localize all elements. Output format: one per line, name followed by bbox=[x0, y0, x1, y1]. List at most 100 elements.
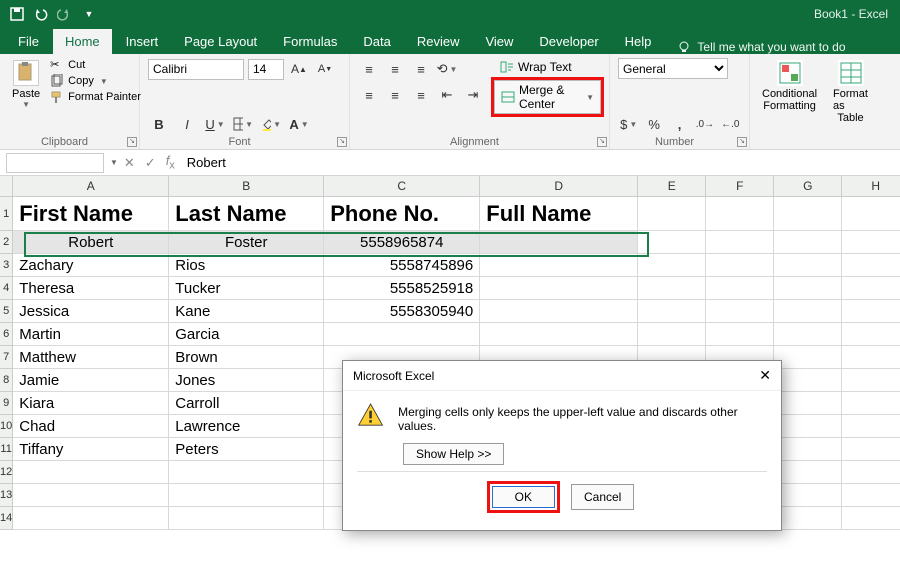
tab-home[interactable]: Home bbox=[53, 29, 112, 54]
cell[interactable] bbox=[774, 438, 842, 461]
cell[interactable]: Phone No. bbox=[324, 197, 480, 231]
tab-view[interactable]: View bbox=[473, 29, 525, 54]
cut-button[interactable]: ✂Cut bbox=[50, 58, 141, 72]
tell-me[interactable]: Tell me what you want to do bbox=[677, 40, 845, 54]
cell[interactable] bbox=[774, 323, 842, 346]
cell[interactable] bbox=[774, 254, 842, 277]
cell[interactable]: Brown bbox=[169, 346, 324, 369]
cell[interactable] bbox=[774, 346, 842, 369]
row-header[interactable]: 3 bbox=[0, 254, 13, 277]
cell[interactable] bbox=[638, 197, 706, 231]
column-header[interactable]: C bbox=[324, 176, 480, 197]
cell[interactable]: Zachary bbox=[13, 254, 169, 277]
bold-button[interactable]: B bbox=[148, 113, 170, 135]
cell[interactable]: Garcia bbox=[169, 323, 324, 346]
row-header[interactable]: 8 bbox=[0, 369, 13, 392]
align-center-icon[interactable]: ≡ bbox=[384, 84, 406, 106]
row-header[interactable]: 10 bbox=[0, 415, 13, 438]
cell[interactable] bbox=[774, 369, 842, 392]
cell[interactable] bbox=[842, 438, 900, 461]
cell[interactable] bbox=[774, 415, 842, 438]
column-header[interactable]: D bbox=[480, 176, 638, 197]
cell[interactable] bbox=[774, 461, 842, 484]
column-header[interactable]: H bbox=[842, 176, 900, 197]
cell[interactable] bbox=[842, 484, 900, 507]
cell[interactable] bbox=[842, 507, 900, 530]
align-right-icon[interactable]: ≡ bbox=[410, 84, 432, 106]
row-header[interactable]: 7 bbox=[0, 346, 13, 369]
cell[interactable] bbox=[842, 369, 900, 392]
cell[interactable] bbox=[13, 461, 169, 484]
alignment-launcher-icon[interactable]: ↘ bbox=[597, 137, 607, 147]
decrease-font-icon[interactable]: A▼ bbox=[314, 58, 336, 80]
tab-review[interactable]: Review bbox=[405, 29, 472, 54]
increase-decimal-icon[interactable]: .0→ bbox=[694, 113, 715, 135]
cell[interactable]: Martin bbox=[13, 323, 169, 346]
column-header[interactable]: A bbox=[13, 176, 169, 197]
tab-data[interactable]: Data bbox=[351, 29, 402, 54]
italic-button[interactable]: I bbox=[176, 113, 198, 135]
column-header[interactable]: E bbox=[638, 176, 706, 197]
tab-formulas[interactable]: Formulas bbox=[271, 29, 349, 54]
cell[interactable] bbox=[638, 323, 706, 346]
decrease-decimal-icon[interactable]: ←.0 bbox=[720, 113, 741, 135]
fx-icon[interactable]: fx bbox=[166, 153, 175, 172]
row-header[interactable]: 6 bbox=[0, 323, 13, 346]
undo-icon[interactable] bbox=[32, 5, 50, 23]
cell[interactable] bbox=[638, 277, 706, 300]
align-top-icon[interactable]: ≡ bbox=[358, 58, 380, 80]
cell[interactable] bbox=[842, 254, 900, 277]
cell[interactable] bbox=[324, 323, 480, 346]
cell[interactable] bbox=[480, 254, 638, 277]
qat-customize-icon[interactable]: ▼ bbox=[80, 5, 98, 23]
clipboard-launcher-icon[interactable]: ↘ bbox=[127, 137, 137, 147]
row-header[interactable]: 9 bbox=[0, 392, 13, 415]
cell[interactable] bbox=[842, 277, 900, 300]
cell[interactable]: Kane bbox=[169, 300, 324, 323]
redo-icon[interactable] bbox=[56, 5, 74, 23]
cell[interactable] bbox=[706, 300, 774, 323]
row-header[interactable]: 14 bbox=[0, 507, 13, 530]
cell[interactable] bbox=[169, 484, 324, 507]
cell[interactable] bbox=[480, 231, 638, 254]
cell[interactable] bbox=[842, 346, 900, 369]
percent-format-icon[interactable]: % bbox=[643, 113, 664, 135]
paste-button[interactable]: Paste ▼ bbox=[8, 58, 44, 111]
cell[interactable]: Theresa bbox=[13, 277, 169, 300]
cell[interactable]: Matthew bbox=[13, 346, 169, 369]
cell[interactable] bbox=[480, 323, 638, 346]
cell[interactable]: First Name bbox=[13, 197, 169, 231]
show-help-button[interactable]: Show Help >> bbox=[403, 443, 504, 465]
number-launcher-icon[interactable]: ↘ bbox=[737, 137, 747, 147]
row-header[interactable]: 13 bbox=[0, 484, 13, 507]
column-header[interactable]: G bbox=[774, 176, 842, 197]
cell[interactable] bbox=[842, 231, 900, 254]
increase-font-icon[interactable]: A▲ bbox=[288, 58, 310, 80]
tab-developer[interactable]: Developer bbox=[527, 29, 610, 54]
cell[interactable] bbox=[706, 277, 774, 300]
increase-indent-icon[interactable]: ⇥ bbox=[462, 84, 484, 106]
cell[interactable] bbox=[13, 507, 169, 530]
format-as-table-button[interactable]: Format as Table bbox=[829, 58, 872, 126]
cancel-button[interactable]: Cancel bbox=[571, 484, 634, 510]
cell[interactable] bbox=[480, 300, 638, 323]
font-color-button[interactable]: A▼ bbox=[288, 113, 310, 135]
cell[interactable] bbox=[774, 484, 842, 507]
accounting-format-icon[interactable]: $▼ bbox=[618, 113, 639, 135]
row-header[interactable]: 5 bbox=[0, 300, 13, 323]
cell[interactable] bbox=[774, 300, 842, 323]
cell[interactable]: Chad bbox=[13, 415, 169, 438]
cell[interactable]: Peters bbox=[169, 438, 324, 461]
merge-center-button[interactable]: Merge & Center ▼ bbox=[494, 80, 601, 114]
align-middle-icon[interactable]: ≡ bbox=[384, 58, 406, 80]
format-painter-button[interactable]: Format Painter bbox=[50, 90, 141, 104]
cell[interactable] bbox=[774, 507, 842, 530]
underline-button[interactable]: U▼ bbox=[204, 113, 226, 135]
ok-button[interactable]: OK bbox=[492, 486, 555, 508]
font-name-combo[interactable] bbox=[148, 59, 244, 80]
orientation-icon[interactable]: ⟲▼ bbox=[436, 58, 458, 80]
cell[interactable] bbox=[638, 254, 706, 277]
cell[interactable] bbox=[706, 323, 774, 346]
row-header[interactable]: 1 bbox=[0, 197, 13, 231]
font-size-combo[interactable] bbox=[248, 59, 284, 80]
